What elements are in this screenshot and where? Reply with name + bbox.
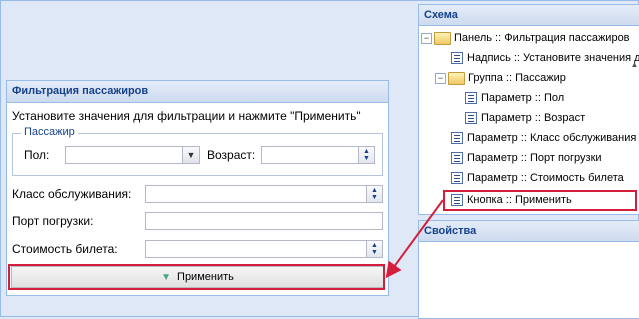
connector-arrow <box>385 199 444 279</box>
